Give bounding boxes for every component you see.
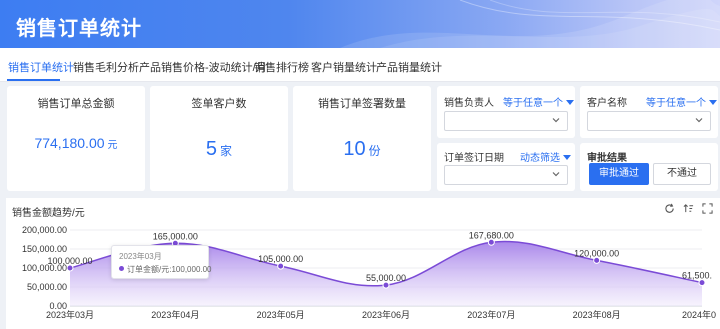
x-tick-label: 2023年07月: [467, 309, 515, 320]
series-dot: [119, 266, 124, 271]
y-tick-label: 150,000.00: [22, 244, 67, 254]
tooltip-row: 订单金额/元:100,000.00: [119, 264, 212, 275]
y-tick-label: 50,000.00: [27, 282, 67, 292]
x-tick-label: 2023年03月: [46, 309, 94, 320]
x-tick-label: 2023年04月: [151, 309, 199, 320]
sales-trend-chart: 0.0050,000.00100,000.00150,000.00200,000…: [22, 225, 716, 320]
data-label: 61,500.: [682, 271, 712, 281]
data-label: 167,680.00: [469, 230, 514, 240]
x-tick-label: 2023年08月: [573, 309, 621, 320]
data-label: 100,000.00: [47, 256, 92, 266]
x-tick-label: 2023年05月: [257, 309, 305, 320]
x-tick-label: 2024年0: [682, 309, 716, 320]
data-label: 165,000.00: [153, 231, 198, 241]
data-label: 120,000.00: [574, 248, 619, 258]
data-label: 105,000.00: [258, 254, 303, 264]
data-label: 55,000.00: [366, 273, 406, 283]
x-tick-label: 2023年06月: [362, 309, 410, 320]
chart-tooltip: 2023年03月 订单金额/元:100,000.00: [111, 245, 212, 279]
y-tick-label: 200,000.00: [22, 225, 67, 235]
tooltip-title: 2023年03月: [119, 252, 162, 261]
